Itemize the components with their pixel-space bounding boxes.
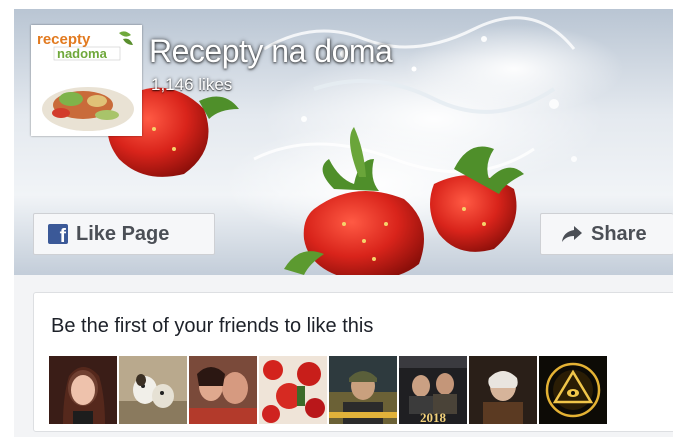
page-likes-count: 1,146 likes: [151, 75, 233, 94]
share-arrow-icon: [562, 226, 582, 242]
friends-prompt-text: Be the first of your friends to like thi…: [51, 315, 374, 337]
like-page-button[interactable]: f Like Page: [33, 213, 215, 255]
friend-face-4[interactable]: [259, 356, 327, 424]
friend-avatar-image: [119, 356, 187, 424]
friend-faces-row: 2018: [49, 356, 607, 424]
friends-section: Be the first of your friends to like thi…: [33, 292, 673, 432]
friend-face-2[interactable]: [119, 356, 187, 424]
friend-face-3[interactable]: [189, 356, 257, 424]
like-page-label: Like Page: [76, 222, 170, 245]
friend-avatar-image: [469, 356, 537, 424]
friend-face-6[interactable]: 2018: [399, 356, 467, 424]
friend-face-1[interactable]: [49, 356, 117, 424]
page-profile-picture[interactable]: recepty nadoma: [31, 25, 142, 136]
friend-avatar-image: [49, 356, 117, 424]
svg-text:nadoma: nadoma: [57, 46, 108, 61]
cover-photo[interactable]: recepty nadoma Recepty na doma 1,146 lik…: [14, 9, 673, 275]
friend-avatar-image: [539, 356, 607, 424]
share-button[interactable]: Share: [540, 213, 673, 255]
recepty-logo-icon: recepty nadoma: [33, 27, 140, 134]
face-badge-text: 2018: [420, 410, 447, 424]
friend-avatar-image: 2018: [399, 356, 467, 424]
share-label: Share: [591, 222, 647, 245]
page-name-title[interactable]: Recepty na doma: [149, 33, 393, 70]
friend-face-5[interactable]: [329, 356, 397, 424]
page-plugin: recepty nadoma Recepty na doma 1,146 lik…: [14, 9, 673, 437]
facebook-f-icon: f: [48, 224, 68, 246]
friend-face-8[interactable]: [539, 356, 607, 424]
friend-avatar-image: [189, 356, 257, 424]
friend-avatar-image: [259, 356, 327, 424]
friend-face-7[interactable]: [469, 356, 537, 424]
friend-avatar-image: [329, 356, 397, 424]
